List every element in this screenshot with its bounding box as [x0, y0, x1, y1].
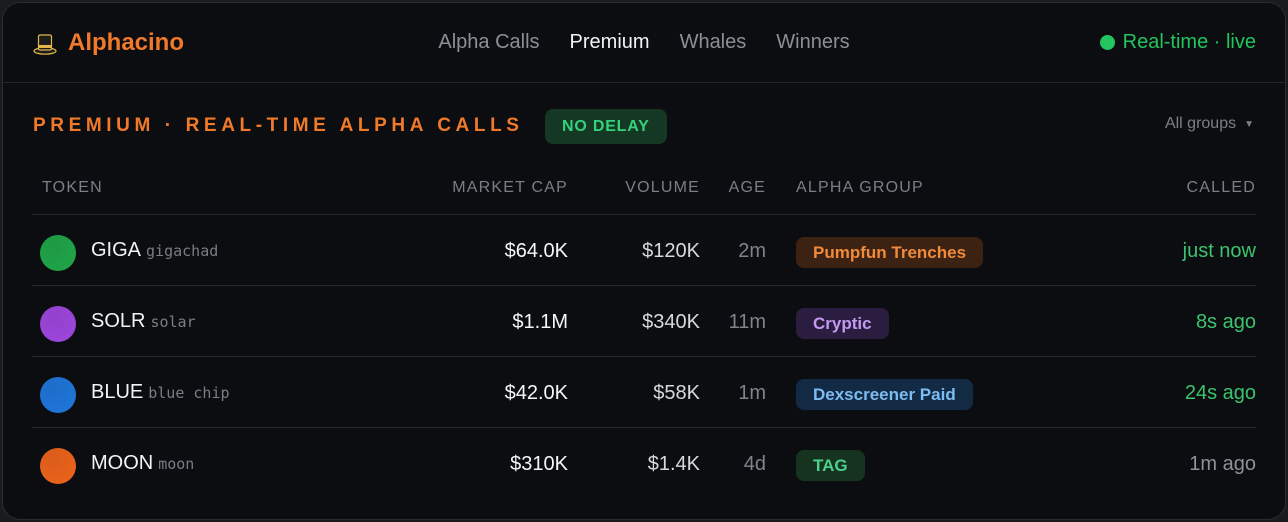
token-symbol[interactable]: MOON moon	[91, 452, 194, 475]
header-market-cap[interactable]: MARKET CAP	[452, 179, 568, 197]
brand[interactable]: Alphacino	[32, 29, 184, 57]
table-row[interactable]: GIGA gigachad $64.0K $120K 2m Pumpfun Trenche…	[32, 215, 1256, 286]
called-time: 24s ago	[1184, 382, 1256, 404]
header-token[interactable]: TOKEN	[42, 179, 103, 197]
header-volume[interactable]: VOLUME	[625, 179, 700, 197]
called-time: 8s ago	[1195, 311, 1256, 333]
caret-down-icon: ▼	[1244, 118, 1254, 130]
table-row[interactable]: SOLR solar $1.1M $340K 11m Cryptic 8s ago	[32, 286, 1256, 357]
status-text: Real-time · live	[1122, 31, 1256, 53]
nav-item-premium[interactable]: Premium	[570, 31, 650, 54]
group-filter-label: All groups	[1164, 115, 1237, 132]
header-called[interactable]: CALLED	[1187, 179, 1256, 197]
table-header: TOKEN MARKET CAP VOLUME AGE ALPHA GROUP …	[32, 178, 1256, 215]
header-age[interactable]: AGE	[729, 179, 766, 197]
alpha-group-badge[interactable]: Dexscreener Paid	[796, 379, 973, 410]
called-time: 1m ago	[1189, 453, 1256, 475]
token-avatar	[40, 377, 76, 413]
token-symbol[interactable]: SOLR solar	[91, 310, 196, 333]
main-nav: Alpha Calls Premium Whales Winners	[3, 31, 1285, 54]
alpha-group-badge[interactable]: Cryptic	[796, 308, 889, 339]
token-avatar	[40, 448, 76, 484]
market-cap-value: $42.0K	[504, 382, 568, 404]
age-value: 2m	[738, 240, 766, 262]
token-symbol-text: GIGA	[91, 239, 142, 261]
age-value: 4d	[743, 453, 766, 475]
token-avatar	[40, 235, 76, 271]
token-symbol-text: MOON	[91, 452, 154, 474]
called-time: just now	[1182, 240, 1256, 262]
age-value: 11m	[728, 311, 766, 333]
app-window: Alphacino Alpha Calls Premium Whales Winner…	[2, 2, 1286, 520]
alpha-group-badge[interactable]: Pumpfun Trenches	[796, 237, 984, 268]
market-cap-value: $310K	[510, 453, 568, 475]
group-filter-dropdown[interactable]: All groups ▼	[1165, 115, 1254, 133]
volume-value: $58K	[653, 382, 700, 404]
live-status: Real-time · live	[1099, 31, 1256, 54]
nav-item-whales[interactable]: Whales	[680, 31, 747, 54]
section-title: PREMIUM · REAL-TIME ALPHA CALLS	[33, 115, 524, 136]
token-symbol[interactable]: BLUE blue chip	[91, 381, 230, 404]
market-cap-value: $64.0K	[504, 240, 568, 262]
top-bar: Alphacino Alpha Calls Premium Whales Winner…	[3, 3, 1285, 83]
volume-value: $1.4K	[647, 453, 700, 475]
token-avatar	[40, 306, 76, 342]
token-name: solar	[150, 313, 196, 331]
nav-list: Alpha Calls Premium Whales Winners	[438, 31, 849, 54]
brand-name: Alphacino	[68, 29, 185, 56]
alpha-group-badge[interactable]: TAG	[796, 450, 865, 481]
age-value: 1m	[738, 382, 766, 404]
token-name: gigachad	[146, 242, 219, 260]
token-symbol[interactable]: GIGA gigachad	[91, 239, 218, 262]
table-row[interactable]: MOON moon $310K $1.4K 4d TAG 1m ago	[32, 428, 1256, 499]
token-symbol-text: SOLR	[91, 310, 146, 332]
calls-table-body: GIGA gigachad $64.0K $120K 2m Pumpfun Trenche…	[32, 215, 1256, 499]
token-symbol-text: BLUE	[91, 381, 144, 403]
market-cap-value: $1.1M	[512, 311, 568, 333]
volume-value: $120K	[642, 240, 700, 262]
token-name: blue chip	[148, 384, 230, 402]
table-row[interactable]: BLUE blue chip $42.0K $58K 1m Dexscreener Pai…	[32, 357, 1256, 428]
volume-value: $340K	[642, 311, 700, 333]
no-delay-badge: NO DELAY	[545, 109, 667, 144]
top-hat-icon	[32, 30, 58, 56]
nav-item-winners[interactable]: Winners	[776, 31, 849, 54]
header-alpha-group[interactable]: ALPHA GROUP	[796, 179, 924, 197]
token-name: moon	[158, 455, 195, 473]
nav-item-alpha-calls[interactable]: Alpha Calls	[438, 31, 539, 54]
live-dot-icon	[1099, 35, 1115, 50]
